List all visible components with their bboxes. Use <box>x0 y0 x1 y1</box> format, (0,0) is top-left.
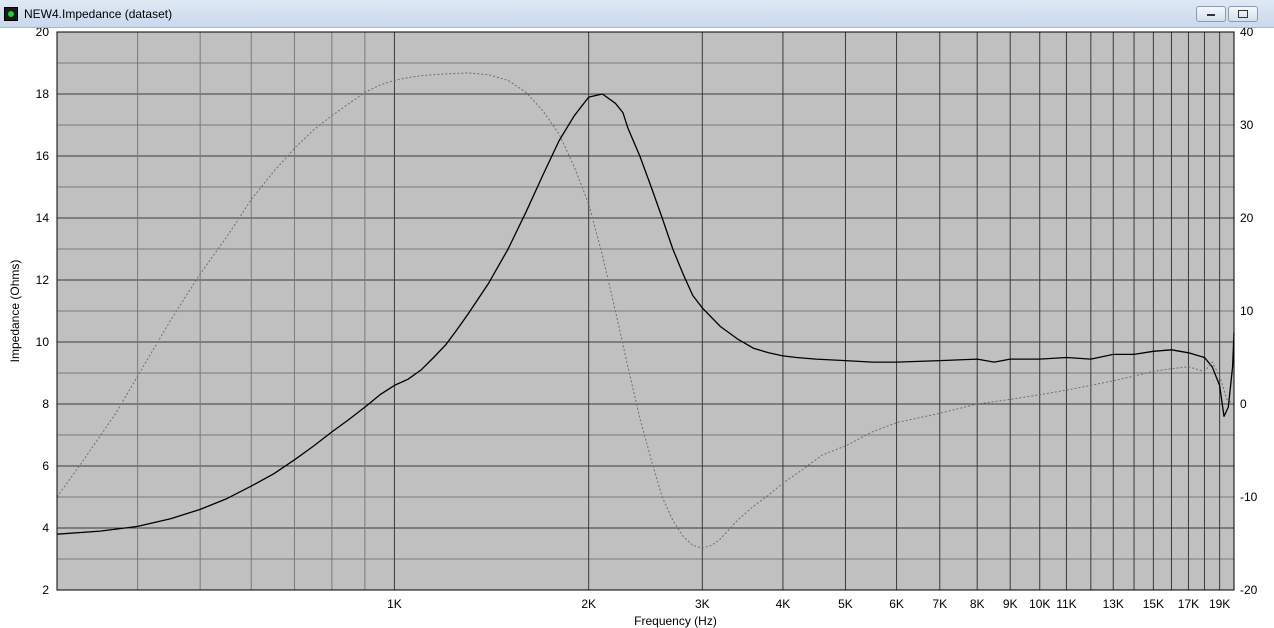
y-tick-label: 10 <box>36 335 50 349</box>
y2-tick-label: 40 <box>1240 28 1254 39</box>
minimize-button[interactable] <box>1196 6 1226 22</box>
y-tick-label: 20 <box>36 28 50 39</box>
x-tick-label: 5K <box>838 597 853 611</box>
x-tick-label: 2K <box>581 597 596 611</box>
title-bar: NEW4.Impedance (dataset) <box>0 0 1274 28</box>
y2-tick-label: -10 <box>1240 490 1258 504</box>
app-icon <box>4 7 18 21</box>
x-tick-label: 10K <box>1029 597 1050 611</box>
x-tick-label: 9K <box>1003 597 1018 611</box>
x-tick-label: 19K <box>1209 597 1230 611</box>
y-tick-label: 16 <box>36 149 50 163</box>
y-tick-label: 4 <box>42 521 49 535</box>
impedance-chart: 2 4 6 8 10 12 14 16 18 20 -20 -10 0 10 20 30 40 1K 2K 3K 4K 5… <box>8 28 1258 628</box>
x-tick-label: 7K <box>932 597 947 611</box>
y-tick-label: 14 <box>36 211 50 225</box>
y2-tick-label: 10 <box>1240 304 1254 318</box>
y-axis-label: Impedance (Ohms) <box>8 260 22 363</box>
x-tick-label: 8K <box>970 597 985 611</box>
x-tick-label: 15K <box>1143 597 1164 611</box>
y2-tick-label: 30 <box>1240 118 1254 132</box>
x-tick-label: 1K <box>387 597 402 611</box>
maximize-icon <box>1238 10 1248 18</box>
x-tick-label: 11K <box>1056 597 1076 611</box>
y-tick-label: 18 <box>36 87 50 101</box>
y-tick-label: 8 <box>42 397 49 411</box>
maximize-button[interactable] <box>1228 6 1258 22</box>
y-tick-label: 12 <box>36 273 50 287</box>
x-axis-label: Frequency (Hz) <box>634 614 717 628</box>
minimize-icon <box>1207 14 1215 16</box>
x-tick-label: 3K <box>695 597 710 611</box>
window-title: NEW4.Impedance (dataset) <box>24 7 173 21</box>
x-tick-label: 17K <box>1178 597 1199 611</box>
y2-tick-label: 0 <box>1240 397 1247 411</box>
y-tick-label: 6 <box>42 459 49 473</box>
x-tick-label: 6K <box>889 597 904 611</box>
x-tick-label: 4K <box>776 597 791 611</box>
x-tick-label: 13K <box>1103 597 1124 611</box>
y2-tick-label: -20 <box>1240 583 1258 597</box>
y2-tick-label: 20 <box>1240 211 1254 225</box>
y-tick-label: 2 <box>42 583 49 597</box>
